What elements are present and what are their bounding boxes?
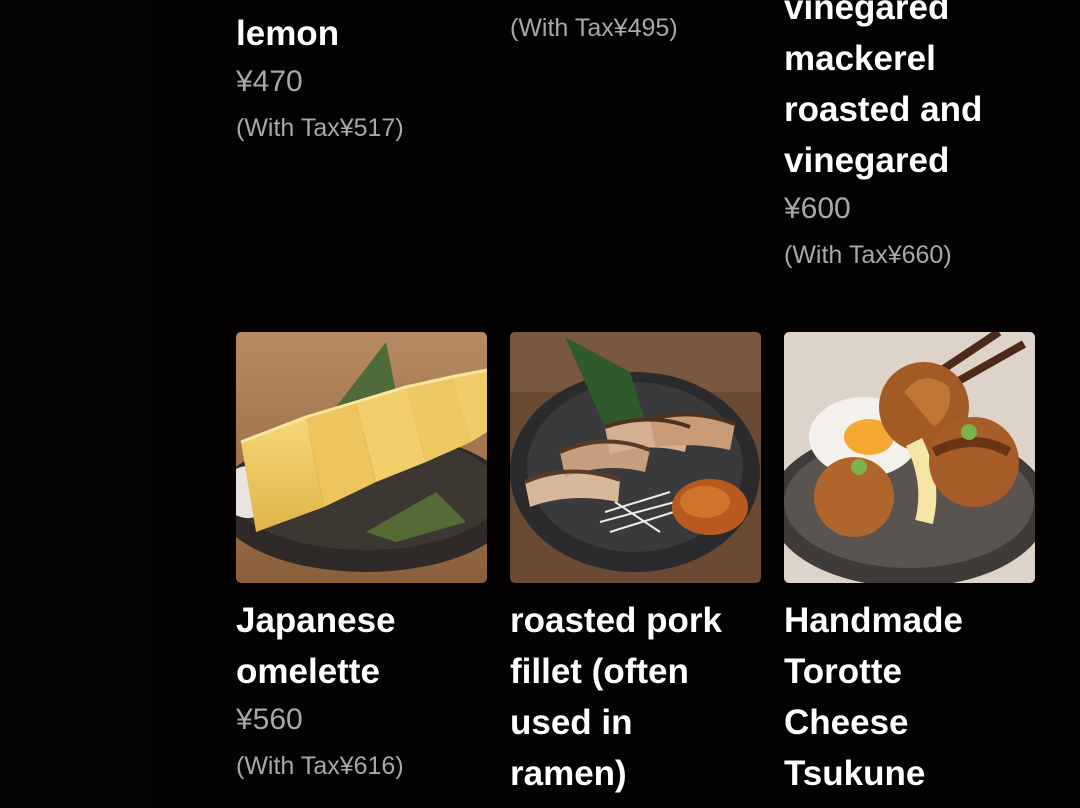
item-price: ¥560	[236, 703, 303, 736]
menu-item-cheese-tsukune[interactable]: Handmade Torotte Cheese Tsukune	[784, 332, 1035, 799]
item-name: lemon	[236, 14, 340, 53]
item-name-line: vinegared	[784, 141, 950, 180]
item-price-with-tax: (With Tax¥495)	[510, 14, 678, 42]
item-name-line: Japanese	[236, 601, 396, 640]
menu-item-top-middle[interactable]: (With Tax¥495)	[510, 5, 761, 51]
item-price-with-tax: (With Tax¥517)	[236, 114, 404, 142]
item-name-line: Torotte	[784, 652, 902, 691]
roasted-pork-photo	[510, 332, 761, 583]
menu-item-japanese-omelette[interactable]: Japanese omelette ¥560 (With Tax¥616)	[236, 332, 487, 789]
item-price: ¥600	[784, 192, 851, 225]
item-name-line: fillet (often	[510, 652, 689, 691]
left-sidebar	[0, 0, 156, 808]
menu-item-vinegared-mackerel[interactable]: vinegared mackerel roasted and vinegared…	[784, 0, 1035, 278]
item-name-line: used in	[510, 703, 633, 742]
item-name-line: Handmade	[784, 601, 963, 640]
menu-item-lemon[interactable]: lemon ¥470 (With Tax¥517)	[236, 8, 487, 151]
item-name-line: omelette	[236, 652, 380, 691]
item-price: ¥470	[236, 65, 303, 98]
item-name-line: vinegared	[784, 0, 950, 27]
japanese-omelette-photo	[236, 332, 487, 583]
item-name-line: roasted and	[784, 90, 983, 129]
item-name-line: ramen)	[510, 754, 627, 793]
menu-item-roasted-pork[interactable]: roasted pork fillet (often used in ramen…	[510, 332, 761, 799]
item-name-line: Tsukune	[784, 754, 926, 793]
item-name-line: mackerel	[784, 39, 936, 78]
item-name-line: roasted pork	[510, 601, 722, 640]
cheese-tsukune-photo	[784, 332, 1035, 583]
item-price-with-tax: (With Tax¥660)	[784, 241, 952, 269]
item-name-line: Cheese	[784, 703, 909, 742]
item-price-with-tax: (With Tax¥616)	[236, 752, 404, 780]
menu-grid: lemon ¥470 (With Tax¥517) (With Tax¥495)…	[155, 0, 1080, 808]
